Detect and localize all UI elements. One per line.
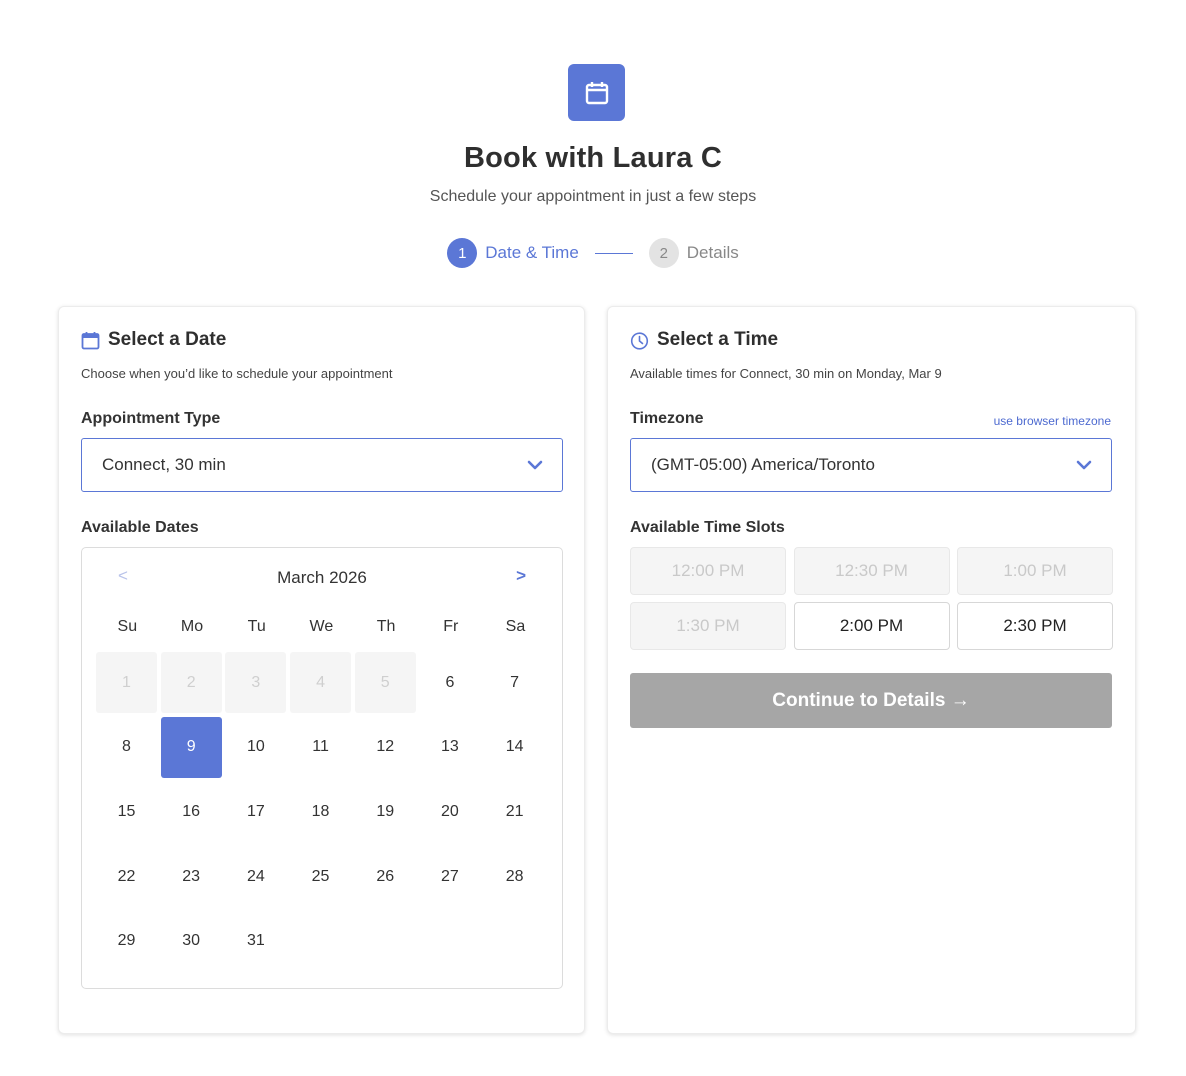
calendar-day[interactable]: 21	[484, 781, 545, 842]
chevron-down-icon	[1076, 460, 1092, 470]
weekday-label: Fr	[443, 618, 459, 635]
calendar-day[interactable]: 22	[96, 846, 157, 907]
calendar-day[interactable]: 7	[484, 652, 545, 713]
step-number: 1	[447, 238, 478, 268]
appointment-type-select[interactable]: Connect, 30 min	[81, 438, 563, 492]
calendar-day[interactable]: 29	[96, 911, 157, 972]
next-month-button[interactable]: >	[516, 566, 526, 586]
calendar-day[interactable]: 11	[290, 717, 351, 778]
weekday-label: Tu	[247, 618, 266, 635]
time-slot: 12:00 PM	[630, 547, 786, 595]
available-dates-label: Available Dates	[81, 519, 199, 536]
time-panel-title-text: Select a Time	[657, 329, 779, 350]
calendar-day[interactable]: 8	[96, 717, 157, 778]
time-slot-grid: 12:00 PM 12:30 PM 1:00 PM 1:30 PM 2:00 PM 2:3…	[630, 547, 1113, 650]
calendar-day[interactable]: 13	[419, 717, 480, 778]
calendar-day: 4	[290, 652, 352, 713]
calendar-month: March 2026	[277, 568, 367, 587]
timezone-value: (GMT-05:00) America/Toronto	[651, 455, 875, 474]
calendar-day[interactable]: 26	[355, 846, 416, 907]
appointment-type-label: Appointment Type	[81, 410, 221, 427]
date-panel-title-text: Select a Date	[108, 329, 227, 350]
calendar-day: 2	[160, 652, 222, 713]
time-slot: 1:30 PM	[630, 602, 786, 650]
calendar-day[interactable]: 27	[419, 846, 480, 907]
calendar-day[interactable]: 6	[419, 652, 480, 713]
chevron-down-icon	[527, 460, 543, 470]
appointment-type-value: Connect, 30 min	[102, 455, 226, 474]
calendar-day[interactable]: 16	[161, 781, 222, 842]
step-label: Details	[686, 243, 739, 262]
calendar-day[interactable]: 30	[161, 911, 222, 972]
calendar-day[interactable]: 17	[225, 781, 286, 842]
continue-to-details-button[interactable]: Continue to Details →	[630, 673, 1112, 728]
use-browser-timezone-link[interactable]: use browser timezone	[994, 414, 1111, 428]
time-panel: Select a Time Available times for Connec…	[607, 306, 1136, 1034]
time-slot: 12:30 PM	[793, 547, 950, 595]
calendar: < March 2026 > Su Mo Tu We Th Fr Sa 1234…	[81, 547, 563, 989]
calendar-icon	[81, 331, 100, 349]
calendar-day[interactable]: 14	[484, 717, 545, 778]
calendar-icon	[585, 81, 608, 104]
step-details: 2 Details	[648, 238, 739, 268]
step-label: Date & Time	[485, 243, 579, 262]
page-title: Book with Laura C	[464, 142, 722, 174]
calendar-day: 5	[354, 652, 416, 713]
calendar-day: 3	[225, 652, 287, 713]
step-connector	[594, 252, 633, 254]
time-slots-label: Available Time Slots	[630, 519, 785, 536]
calendar-day[interactable]: 12	[355, 717, 416, 778]
day-grid: 1 2 3 4 5 6 7 8 9 10 11 12 13 14 15 16 17 18 19 20 21 22 23 24 2…	[96, 652, 545, 972]
calendar-day: 1	[96, 652, 157, 713]
step-date-time: 1 Date & Time	[447, 238, 579, 268]
calendar-day-selected[interactable]: 9	[160, 716, 222, 778]
date-panel: Select a Date Choose when you’d like to …	[58, 306, 585, 1034]
calendar-day[interactable]: 28	[484, 846, 545, 907]
time-panel-title: Select a Time	[630, 329, 778, 351]
step-number: 2	[648, 238, 679, 268]
calendar-day[interactable]: 10	[225, 717, 286, 778]
calendar-day[interactable]: 23	[161, 846, 222, 907]
weekday-header: Su Mo Tu We Th Fr Sa	[95, 618, 548, 636]
time-slot: 1:00 PM	[957, 547, 1113, 595]
timezone-select[interactable]: (GMT-05:00) America/Toronto	[630, 438, 1112, 492]
calendar-day[interactable]: 15	[96, 781, 157, 842]
clock-icon	[630, 331, 649, 350]
page-subtitle: Schedule your appointment in just a few …	[429, 188, 757, 205]
calendar-logo	[568, 64, 625, 121]
weekday-label: Sa	[505, 618, 526, 635]
weekday-label: We	[309, 618, 334, 635]
time-slot[interactable]: 2:30 PM	[957, 602, 1113, 650]
calendar-day[interactable]: 19	[355, 781, 416, 842]
date-panel-description: Choose when you’d like to schedule your …	[81, 366, 393, 381]
weekday-label: Th	[376, 618, 396, 635]
weekday-label: Mo	[180, 618, 204, 635]
calendar-day[interactable]: 25	[290, 846, 351, 907]
stepper: 1 Date & Time 2 Details	[0, 238, 1186, 268]
calendar-day[interactable]: 31	[225, 911, 286, 972]
time-slot[interactable]: 2:00 PM	[793, 602, 950, 650]
calendar-day[interactable]: 20	[419, 781, 480, 842]
time-panel-description: Available times for Connect, 30 min on M…	[630, 366, 942, 381]
weekday-label: Su	[117, 618, 138, 635]
date-panel-title: Select a Date	[81, 329, 226, 351]
timezone-label: Timezone	[630, 410, 704, 427]
calendar-day[interactable]: 18	[290, 781, 351, 842]
calendar-day[interactable]: 24	[225, 846, 286, 907]
